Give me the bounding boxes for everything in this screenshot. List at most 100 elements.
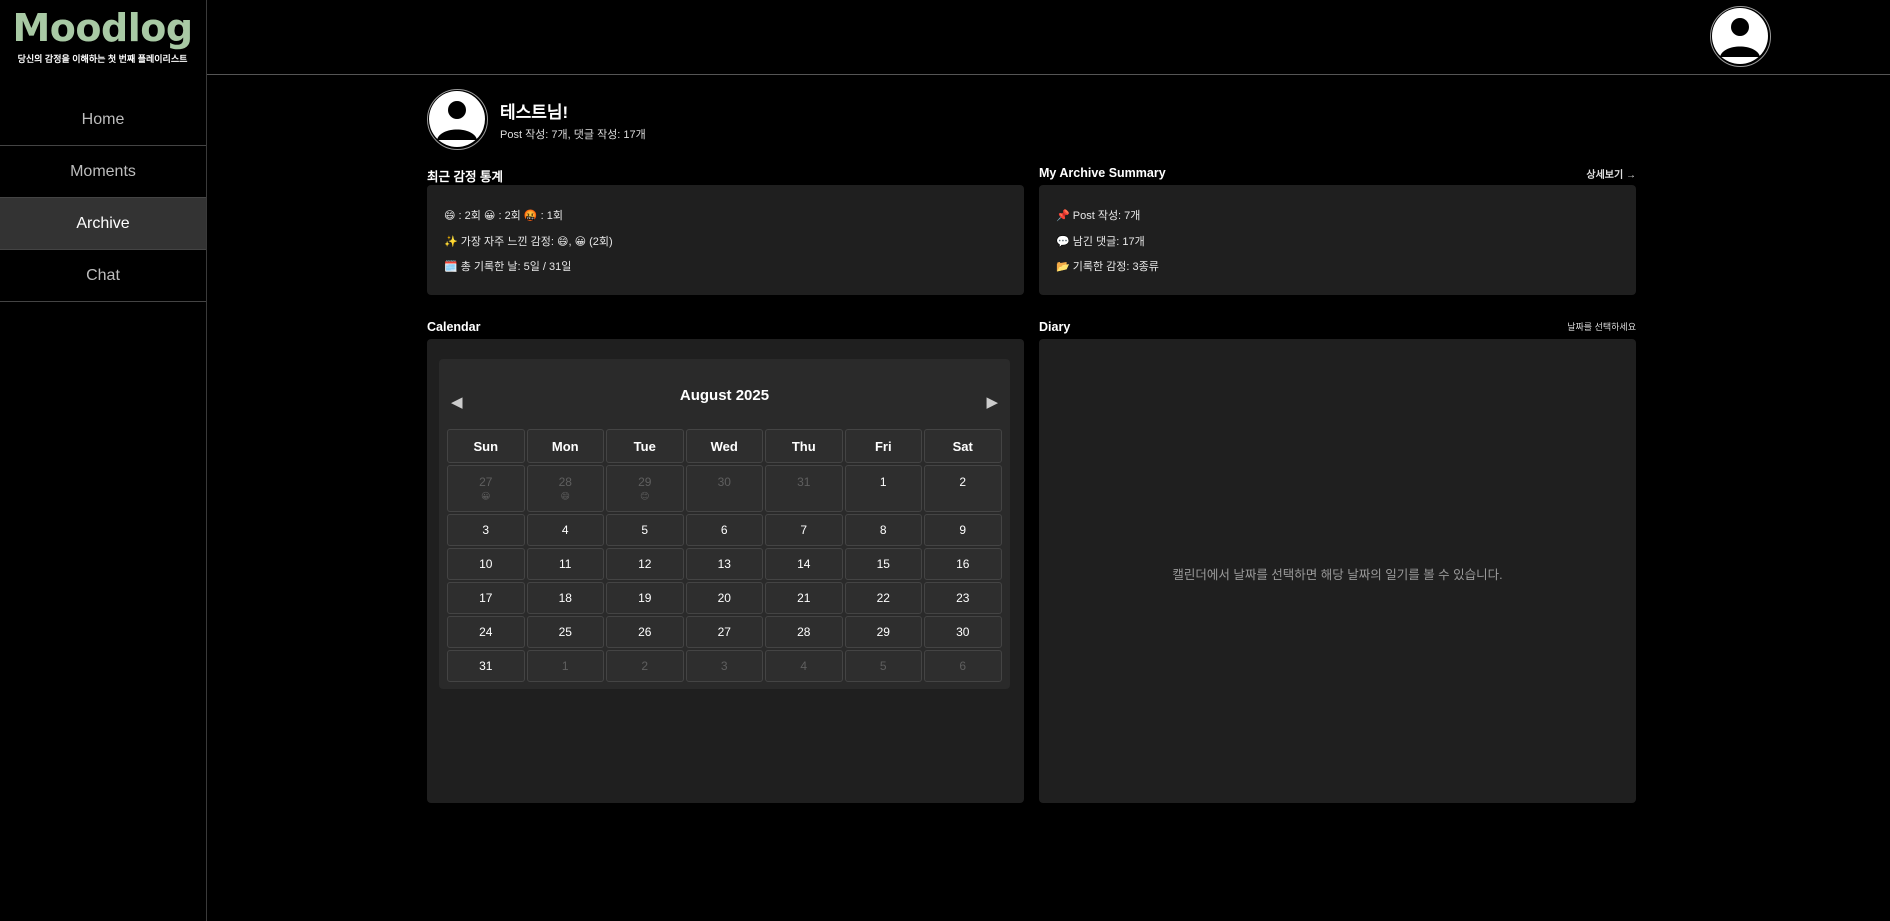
calendar-day[interactable]: 4 xyxy=(765,650,843,682)
calendar-day[interactable]: 10 xyxy=(447,548,525,580)
calendar-day-number: 2 xyxy=(959,475,967,489)
calendar-day-number: 27 xyxy=(717,625,731,639)
calendar-title: Calendar xyxy=(427,320,481,334)
weekday-header: Mon xyxy=(526,429,604,463)
calendar-day[interactable]: 1 xyxy=(526,650,604,682)
calendar-day[interactable]: 17 xyxy=(447,582,525,614)
calendar-day[interactable]: 15 xyxy=(844,548,922,580)
calendar-day[interactable]: 2 xyxy=(924,465,1002,512)
calendar-week-row: 3 4 5 6 7 8 9 xyxy=(447,514,1002,546)
calendar-day[interactable]: 13 xyxy=(685,548,763,580)
calendar-day-number: 10 xyxy=(479,557,493,571)
calendar-week-row: 10 11 12 13 14 15 16 xyxy=(447,548,1002,580)
weekday-header: Wed xyxy=(685,429,763,463)
calendar-day[interactable]: 28 xyxy=(765,616,843,648)
calendar-day-number: 24 xyxy=(479,625,493,639)
calendar-day[interactable]: 27 😀 xyxy=(447,465,525,512)
calendar-day[interactable]: 6 xyxy=(924,650,1002,682)
calendar-day[interactable]: 29 xyxy=(844,616,922,648)
calendar-day-number: 31 xyxy=(479,659,493,673)
calendar-day[interactable]: 14 xyxy=(765,548,843,580)
stats-title: 최근 감정 통계 xyxy=(427,170,503,184)
profile-stats: Post 작성: 7개, 댓글 작성: 17개 xyxy=(500,129,646,141)
calendar-day[interactable]: 3 xyxy=(447,514,525,546)
calendar-day[interactable]: 21 xyxy=(765,582,843,614)
calendar-day[interactable]: 30 xyxy=(924,616,1002,648)
user-avatar-icon[interactable] xyxy=(1710,6,1771,67)
calendar-day-number: 30 xyxy=(956,625,970,639)
diary-card: 캘린더에서 날짜를 선택하면 해당 날짜의 일기를 볼 수 있습니다. xyxy=(1039,339,1636,803)
calendar-day[interactable]: 31 xyxy=(765,465,843,512)
calendar-day-number: 28 xyxy=(558,475,572,489)
calendar-day[interactable]: 26 xyxy=(606,616,684,648)
calendar-day[interactable]: 25 xyxy=(526,616,604,648)
calendar-day[interactable]: 5 xyxy=(844,650,922,682)
weekday-header: Sat xyxy=(924,429,1002,463)
calendar-day[interactable]: 19 xyxy=(606,582,684,614)
calendar-day-number: 31 xyxy=(797,475,811,489)
calendar-day[interactable]: 7 xyxy=(765,514,843,546)
next-month-button[interactable]: ▶ xyxy=(986,393,998,411)
sidebar-item-chat[interactable]: Chat xyxy=(0,250,206,302)
sidebar-item-archive[interactable]: Archive xyxy=(0,198,206,250)
app-tagline: 당신의 감정을 이해하는 첫 번째 플레이리스트 xyxy=(17,54,188,64)
calendar-day[interactable]: 3 xyxy=(685,650,763,682)
calendar-day[interactable]: 8 xyxy=(844,514,922,546)
calendar-day[interactable]: 31 xyxy=(447,650,525,682)
calendar-day-number: 29 xyxy=(876,625,890,639)
calendar-day[interactable]: 20 xyxy=(685,582,763,614)
app-logo[interactable]: Moodlog xyxy=(0,6,205,50)
calendar-day-number: 15 xyxy=(876,557,890,571)
calendar-day[interactable]: 29 😊 xyxy=(606,465,684,512)
calendar-day-number: 27 xyxy=(479,475,493,489)
calendar-day-number: 25 xyxy=(558,625,572,639)
calendar-week-row: 31 1 2 3 4 5 6 xyxy=(447,650,1002,682)
calendar-day[interactable]: 6 xyxy=(685,514,763,546)
top-bar xyxy=(207,0,1890,75)
diary-empty-message: 캘린더에서 날짜를 선택하면 해당 날짜의 일기를 볼 수 있습니다. xyxy=(1172,568,1503,582)
calendar-day-number: 16 xyxy=(956,557,970,571)
calendar-day-number: 19 xyxy=(638,591,652,605)
calendar-day-number: 26 xyxy=(638,625,652,639)
calendar-day-number: 4 xyxy=(800,659,808,673)
sidebar-item-home[interactable]: Home xyxy=(0,94,206,146)
calendar-day-number: 12 xyxy=(638,557,652,571)
calendar-day[interactable]: 5 xyxy=(606,514,684,546)
emotion-types-line: 📂 기록한 감정: 3종류 xyxy=(1056,261,1159,273)
comment-count-line: 💬 남긴 댓글: 17개 xyxy=(1056,236,1145,248)
emotion-stats-card: 😄 : 2회 😀 : 2회 🤬 : 1회 ✨ 가장 자주 느낀 감정: 😄, 😀… xyxy=(427,185,1024,295)
calendar-day-number: 1 xyxy=(561,659,569,673)
calendar-day[interactable]: 16 xyxy=(924,548,1002,580)
calendar-day[interactable]: 9 xyxy=(924,514,1002,546)
calendar-day[interactable]: 23 xyxy=(924,582,1002,614)
calendar-day-number: 4 xyxy=(561,523,569,537)
total-days-line: 🗓️ 총 기록한 날: 5일 / 31일 xyxy=(444,261,572,273)
most-frequent-emotion-line: ✨ 가장 자주 느낀 감정: 😄, 😀 (2회) xyxy=(444,236,613,248)
calendar-day-number: 11 xyxy=(559,557,572,571)
calendar-day-number: 21 xyxy=(797,591,811,605)
diary-title: Diary xyxy=(1039,320,1071,334)
post-count-line: 📌 Post 작성: 7개 xyxy=(1056,210,1141,222)
calendar-day-number: 5 xyxy=(641,523,649,537)
weekday-header: Fri xyxy=(844,429,922,463)
sidebar-item-moments[interactable]: Moments xyxy=(0,146,206,198)
calendar-day[interactable]: 4 xyxy=(526,514,604,546)
details-link[interactable]: 상세보기 → xyxy=(1500,166,1636,181)
emotion-count-line: 😄 : 2회 😀 : 2회 🤬 : 1회 xyxy=(444,210,563,222)
calendar-day-number: 7 xyxy=(800,523,808,537)
calendar-day[interactable]: 28 😄 xyxy=(526,465,604,512)
calendar-day-number: 23 xyxy=(956,591,970,605)
calendar-day[interactable]: 24 xyxy=(447,616,525,648)
calendar-day[interactable]: 27 xyxy=(685,616,763,648)
calendar-day[interactable]: 11 xyxy=(526,548,604,580)
calendar-day[interactable]: 2 xyxy=(606,650,684,682)
calendar-day[interactable]: 30 xyxy=(685,465,763,512)
calendar-day[interactable]: 18 xyxy=(526,582,604,614)
calendar-day[interactable]: 22 xyxy=(844,582,922,614)
sidebar: Moodlog 당신의 감정을 이해하는 첫 번째 플레이리스트 Home Mo… xyxy=(0,0,207,921)
weekday-header: Thu xyxy=(765,429,843,463)
calendar-day[interactable]: 12 xyxy=(606,548,684,580)
calendar-week-row: 24 25 26 27 28 29 30 xyxy=(447,616,1002,648)
calendar-week-row: 17 18 19 20 21 22 23 xyxy=(447,582,1002,614)
calendar-day[interactable]: 1 xyxy=(844,465,922,512)
